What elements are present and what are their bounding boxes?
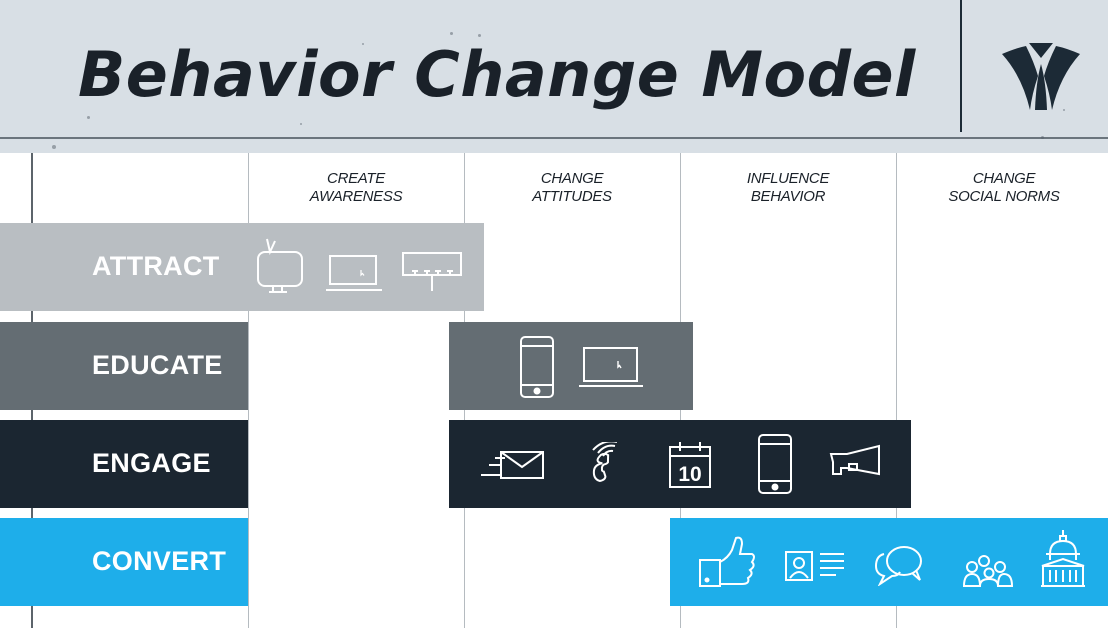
brand-logo-icon [1002, 43, 1080, 110]
row-engage-label-cell: ENGAGE [0, 420, 248, 508]
laptop-icon [579, 346, 643, 388]
billboard-icon [402, 251, 462, 295]
chat-bubbles-icon [874, 544, 924, 586]
profile-card-icon [784, 550, 846, 582]
page-title: Behavior Change Model [78, 38, 916, 111]
row-label-engage: ENGAGE [92, 448, 211, 478]
capitol-building-icon [1040, 530, 1086, 588]
svg-text:10: 10 [678, 463, 701, 486]
row-convert-label-cell: CONVERT [0, 518, 248, 606]
column-header-change-attitudes: CHANGE ATTITUDES [532, 170, 612, 205]
row-attract-bar: ATTRACT [0, 223, 484, 311]
row-label-convert: CONVERT [92, 546, 227, 576]
laptop-icon [326, 253, 382, 293]
row-educate-label-cell: EDUCATE [0, 322, 248, 410]
phone-call-icon [581, 442, 629, 490]
column-header-create-awareness: CREATE AWARENESS [309, 170, 403, 205]
row-label-educate: EDUCATE [92, 350, 223, 380]
header-divider-vertical [960, 0, 962, 132]
row-educate-bar [449, 322, 693, 410]
header-banner: Behavior Change Model [0, 0, 1108, 153]
email-icon [481, 450, 545, 480]
column-header-change-social-norms: CHANGE SOCIAL NORMS [948, 170, 1060, 205]
calendar-icon: 10 [668, 441, 712, 489]
row-engage-bar: 10 [449, 420, 911, 508]
tv-icon [255, 237, 305, 293]
smartphone-icon [757, 434, 793, 494]
thumbs-up-icon [698, 536, 758, 588]
smartphone-icon [519, 336, 555, 398]
megaphone-icon [829, 444, 883, 480]
column-header-influence-behavior: INFLUENCE BEHAVIOR [746, 170, 830, 205]
community-icon [962, 554, 1014, 588]
row-label-attract: ATTRACT [92, 251, 220, 281]
row-convert-bar [670, 518, 1108, 606]
header-divider-horizontal [0, 137, 1108, 139]
